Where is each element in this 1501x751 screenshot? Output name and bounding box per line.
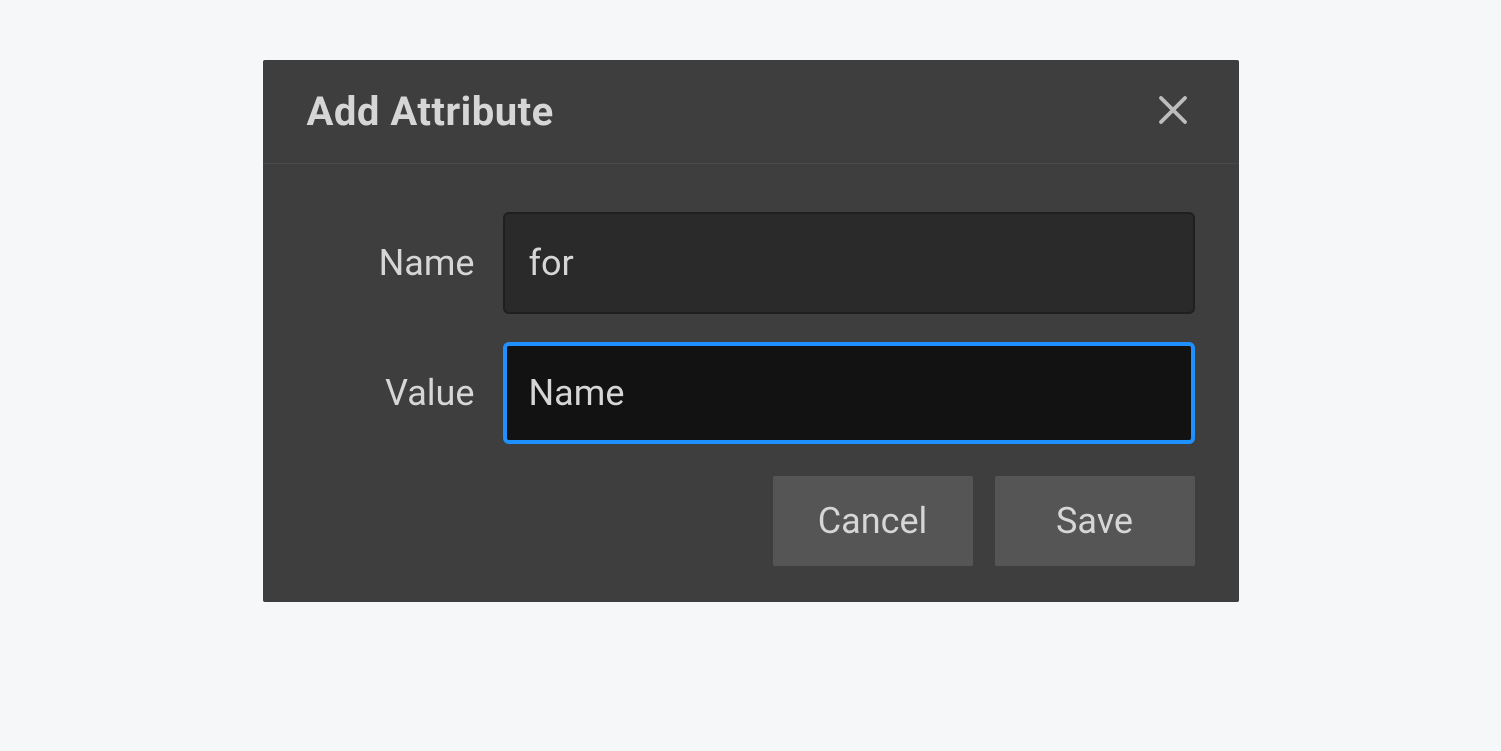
dialog-title: Add Attribute — [307, 88, 554, 135]
name-row: Name — [307, 212, 1195, 314]
name-label: Name — [307, 242, 503, 284]
value-input[interactable] — [503, 342, 1195, 444]
close-button[interactable] — [1151, 88, 1195, 135]
name-input[interactable] — [503, 212, 1195, 314]
dialog-body: Name Value Cancel Save — [263, 164, 1239, 602]
value-label: Value — [307, 372, 503, 414]
name-input-wrap — [503, 212, 1195, 314]
value-row: Value — [307, 342, 1195, 444]
close-icon — [1155, 92, 1191, 131]
save-button[interactable]: Save — [995, 476, 1195, 566]
dialog-header: Add Attribute — [263, 60, 1239, 164]
value-input-wrap — [503, 342, 1195, 444]
cancel-button[interactable]: Cancel — [773, 476, 973, 566]
add-attribute-dialog: Add Attribute Name Value Cancel Sav — [263, 60, 1239, 602]
dialog-footer: Cancel Save — [307, 472, 1195, 566]
